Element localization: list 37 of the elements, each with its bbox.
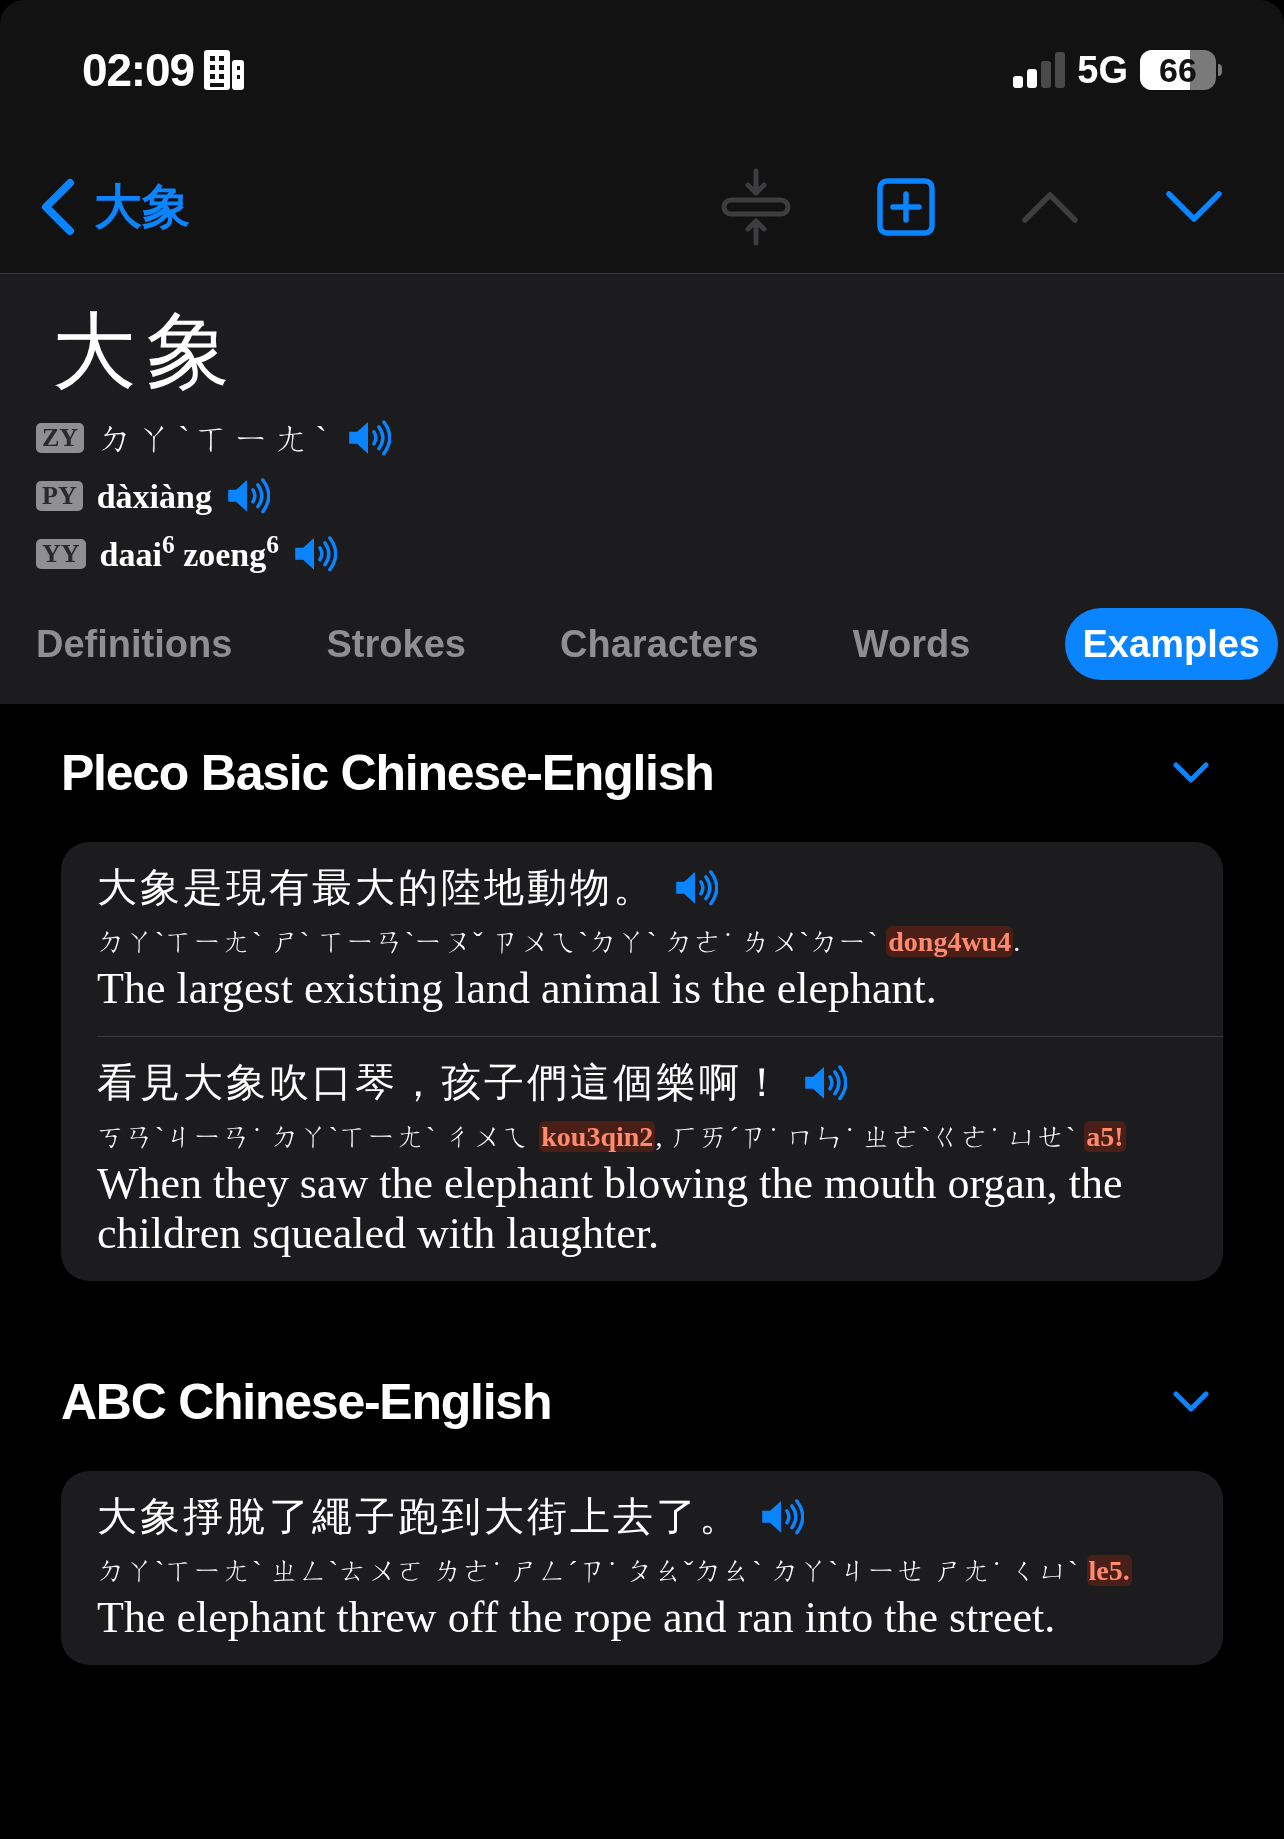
tab[interactable]: Examples [1064,608,1278,680]
headword: 大象 [51,310,241,394]
reading-text: daai$^{6}$ zoeng$^{6}$ [99,528,279,575]
speaker-icon[interactable] [346,418,391,458]
reading-text: ㄉㄚˋㄒㄧㄤˋ [98,418,333,459]
speaker-icon[interactable] [803,1063,847,1103]
building-icon [201,48,246,92]
speaker-icon[interactable] [760,1497,804,1537]
speaker-icon[interactable] [293,534,337,574]
reading-tag: YY [36,539,86,569]
tab[interactable]: Words [852,608,971,680]
english-translation: The elephant threw off the rope and ran into the street. [97,1593,1057,1643]
english-translation: When they saw the elephant blowing the mouth organ, the children squealed with laughter. [97,1159,1124,1259]
chinese-sentence: 大象掙脫了繩子跑到大街上去了。 [97,1493,742,1541]
tab[interactable]: Definitions [36,608,233,680]
speaker-icon[interactable] [225,476,270,516]
chevron-down-icon[interactable] [1173,761,1209,785]
add-icon[interactable] [876,176,936,237]
chevron-down-icon[interactable] [1173,1390,1209,1414]
signal-icon [1011,50,1066,90]
zhuyin-line: ㄉㄚˋㄒㄧㄤˋ ㄕˋ ㄒㄧㄢˋㄧㄡˇ ㄗㄨㄟˋㄉㄚˋ ㄉㄜ˙ ㄌㄨˋㄉㄧˋ dong4wu4. [97,925,1023,959]
section-title: Pleco Basic Chinese-English [61,743,714,803]
chinese-sentence: 看見大象吹口琴，孩子們這個樂啊！ [97,1059,785,1107]
network-label: 5G [1077,47,1128,93]
reading-tag: ZY [36,423,85,453]
zhuyin-line: ㄎㄢˋㄐㄧㄢ˙ ㄉㄚˋㄒㄧㄤˋ ㄔㄨㄟ kou3qin2, ㄏㄞˊㄗ˙ ㄇㄣ˙ ㄓㄜˋㄍㄜ˙ ㄩㄝˋ a5! [97,1120,1127,1154]
clock-time: 02:09 [82,42,194,98]
tab[interactable]: Strokes [326,608,466,680]
back-button[interactable]: 大象 [38,170,190,243]
reading-text: dàxiàng [96,476,212,517]
section-title: ABC Chinese-English [61,1372,552,1432]
tab[interactable]: Characters [560,608,759,680]
chinese-sentence: 大象是現有最大的陸地動物。 [97,864,656,912]
reading-tag: PY [36,481,83,511]
zhuyin-line: ㄉㄚˋㄒㄧㄤˋ ㄓㄥˋㄊㄨㄛ ㄌㄜ˙ ㄕㄥˊㄗ˙ ㄆㄠˇㄉㄠˋ ㄉㄚˋㄐㄧㄝ ㄕㄤ˙ ㄑㄩˋ le5. [97,1554,1133,1588]
english-translation: The largest existing land animal is the elephant. [97,964,938,1014]
speaker-icon[interactable] [674,868,718,908]
